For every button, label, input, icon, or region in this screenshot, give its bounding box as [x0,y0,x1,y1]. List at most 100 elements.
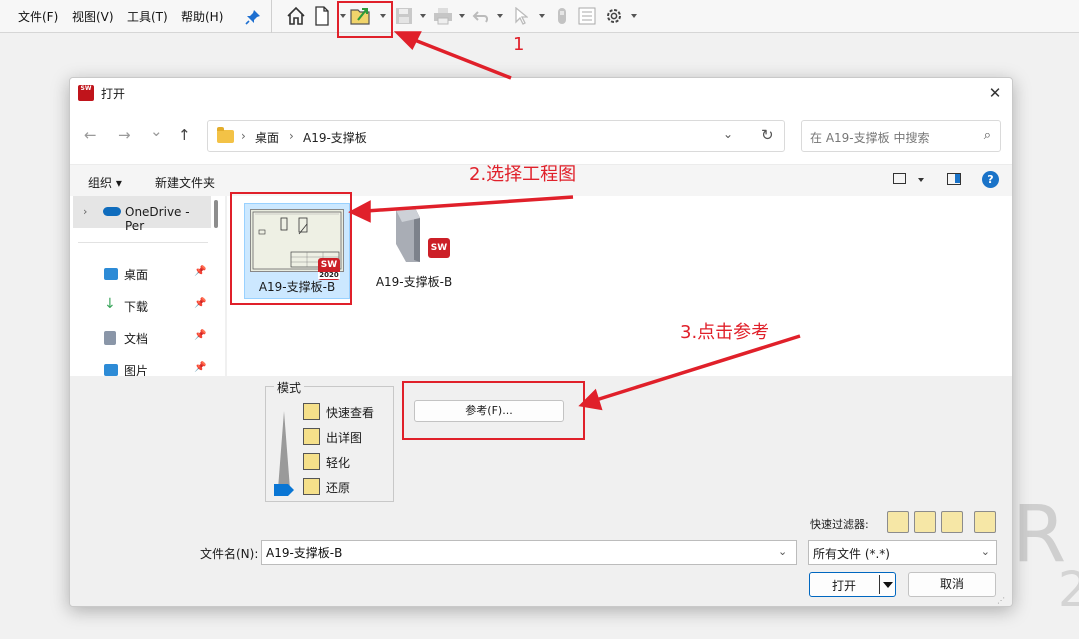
menu-help[interactable]: 帮助(H) [181,8,223,25]
organize-button[interactable]: 组织 ▾ [88,174,122,191]
lightweight-icon [303,453,320,470]
app-menubar: 文件(F) 视图(V) 工具(T) 帮助(H) [0,0,1079,33]
file-name: A19-支撑板-B [375,275,453,289]
mode-lightweight[interactable]: 轻化 [303,452,391,472]
annotation-box-open [337,1,393,38]
mode-slider-handle[interactable] [274,484,294,496]
filter-parts-icon[interactable] [887,511,909,533]
quick-filter-label: 快速过滤器: [810,518,869,531]
navigation-bar: ← → ⌄ ↑ › 桌面 › A19-支撑板 ⌄ ↻ 在 A19-支撑板 中搜索… [70,108,1012,164]
undo-icon[interactable] [472,5,490,27]
nav-item-onedrive[interactable]: › OneDrive - Per [73,196,211,233]
open-options-dropdown-icon[interactable] [883,582,893,588]
nav-item-label: 文档 [124,332,149,346]
chevron-down-icon: ⌄ [980,545,990,558]
nav-item-pictures[interactable]: 图片 📌 [100,361,210,376]
mode-group: 模式 快速查看 出详图 轻化 还原 [265,379,394,502]
desktop-icon [104,268,118,280]
filename-history-chevron-icon[interactable]: ⌄ [778,545,787,558]
close-icon[interactable]: ✕ [984,82,1006,104]
pin-icon[interactable]: 📌 [194,266,206,277]
nav-item-label: OneDrive - Per [125,205,190,233]
search-box[interactable]: 在 A19-支撑板 中搜索 ⌕ [801,120,1001,152]
nav-item-desktop[interactable]: 桌面 📌 [100,265,210,285]
new-folder-button[interactable]: 新建文件夹 [155,174,215,191]
view-mode-icon[interactable] [893,173,906,184]
view-dropdown-icon[interactable] [918,178,924,182]
nav-item-downloads[interactable]: ↓ 下载 📌 [100,296,210,317]
pin-icon[interactable]: 📌 [194,330,206,341]
mode-label: 轻化 [326,456,351,470]
help-icon[interactable]: ? [982,171,999,188]
resolved-icon [303,478,320,495]
save-icon[interactable] [395,5,413,27]
file-properties-icon[interactable] [578,5,596,27]
print-icon[interactable] [433,5,453,27]
document-icon [104,331,116,345]
open-button[interactable]: 打开 [809,572,896,597]
menu-file[interactable]: 文件(F) [18,8,58,25]
nav-item-label: 图片 [124,364,149,376]
select-icon[interactable] [514,5,528,27]
up-icon[interactable]: ↑ [178,126,191,144]
breadcrumb-folder[interactable]: A19-支撑板 [303,129,367,146]
preview-pane-icon[interactable] [947,173,961,185]
open-file-dialog: SW 打开 ✕ ← → ⌄ ↑ › 桌面 › A19-支撑板 ⌄ ↻ 在 A19… [69,77,1013,607]
filter-assemblies-icon[interactable] [914,511,936,533]
forward-icon[interactable]: → [118,126,131,144]
pin-icon[interactable]: 📌 [194,298,206,309]
nav-divider [78,242,208,243]
menu-view[interactable]: 视图(V) [72,8,114,25]
nav-scrollbar[interactable] [214,200,218,228]
quick-view-icon [303,403,320,420]
pin-icon[interactable] [245,6,261,28]
filter-top-level-assemblies-icon[interactable] [974,511,996,533]
breadcrumb-separator: › [241,129,246,143]
mode-legend: 模式 [274,379,305,396]
file-item-part[interactable]: SW A19-支撑板-B [369,206,459,306]
options-icon[interactable] [604,5,624,27]
pin-icon[interactable]: 📌 [194,362,206,373]
file-type-select[interactable]: 所有文件 (*.*) ⌄ [808,540,997,565]
expand-chevron-icon[interactable]: › [83,205,87,218]
mode-quick-view[interactable]: 快速查看 [303,402,391,422]
options-dropdown-icon[interactable] [631,14,637,18]
nav-item-documents[interactable]: 文档 📌 [100,329,210,349]
annotation-box-drawing [230,192,352,305]
breadcrumb-desktop[interactable]: 桌面 [255,129,279,146]
select-dropdown-icon[interactable] [539,14,545,18]
solidworks-badge-icon: SW [428,238,450,258]
search-icon[interactable]: ⌕ [984,128,991,143]
navigation-pane: › OneDrive - Per 桌面 📌 ↓ 下载 📌 文档 📌 图片 📌 [70,196,225,376]
nav-item-label: 下载 [124,300,149,314]
recent-locations-icon[interactable]: ⌄ [150,122,163,140]
new-file-icon[interactable] [314,5,330,27]
save-dropdown-icon[interactable] [420,14,426,18]
refresh-icon[interactable]: ↻ [761,126,774,144]
split-divider [879,575,880,594]
print-dropdown-icon[interactable] [459,14,465,18]
background-brand-year: 2 [1058,562,1079,618]
filter-drawings-icon[interactable] [941,511,963,533]
menu-tools[interactable]: 工具(T) [127,8,168,25]
annotation-step2: 2.选择工程图 [469,164,577,185]
back-icon[interactable]: ← [84,126,97,144]
undo-dropdown-icon[interactable] [497,14,503,18]
annotation-step1: 1 [513,34,525,55]
arrow-step1 [411,37,512,80]
mode-slider-track [278,411,290,489]
mode-resolved[interactable]: 还原 [303,477,391,497]
address-history-chevron-icon[interactable]: ⌄ [723,127,733,141]
breadcrumb-separator: › [289,129,294,143]
mode-detailing[interactable]: 出详图 [303,427,391,447]
annotation-box-references [402,381,585,440]
rebuild-icon[interactable] [556,5,568,27]
solidworks-app-icon: SW [78,85,94,101]
dialog-titlebar: SW 打开 ✕ [70,78,1012,108]
open-button-label: 打开 [832,579,857,593]
cancel-button[interactable]: 取消 [908,572,996,597]
resize-grip-icon[interactable]: ⋰ [997,596,1005,605]
filename-input[interactable] [261,540,797,565]
home-icon[interactable] [286,5,306,27]
address-bar[interactable]: › 桌面 › A19-支撑板 ⌄ ↻ [207,120,785,152]
